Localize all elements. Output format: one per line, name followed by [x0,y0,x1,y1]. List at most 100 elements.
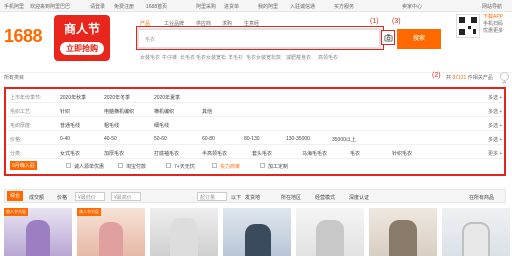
filter-option[interactable]: 套头毛衣 [252,150,272,157]
checkbox[interactable] [166,163,171,168]
topbar-seller-center[interactable]: 卖家中心 [402,3,422,10]
filter-option[interactable]: 毛衣 [350,150,360,157]
filter-option[interactable]: 0-40 [60,136,70,142]
min-order-placeholder: 起订量 [200,195,216,201]
topbar-register[interactable]: 免费注册 [114,3,134,10]
filter-option[interactable]: 130-35000 [286,136,310,142]
promo-title: 商人节 [63,22,100,36]
promo-button[interactable]: 立即抢购 [60,42,104,55]
topbar-buyer-service[interactable]: 买方服务 [334,3,354,10]
filter-option[interactable]: 横机编织 [154,108,174,115]
topbar-site-nav[interactable]: 网站导航 [482,3,502,10]
filter-option[interactable]: 女式毛衣 [60,150,80,157]
chevron-up-icon [502,81,507,84]
hot-word[interactable]: 女装毛衣 [140,54,160,61]
topbar-home[interactable]: 1688首页 [146,3,167,10]
annotation-1: (1) [370,18,379,25]
topbar-link-mobile[interactable]: 手机阿里 [4,3,24,10]
option-label[interactable]: 7+天无忧 [174,163,195,170]
checkbox[interactable] [260,163,265,168]
topbar-purchase[interactable]: 阿里采购 [196,3,216,10]
filter-option[interactable]: 35000以上 [332,136,356,143]
search-button[interactable]: 搜索 [397,29,441,49]
product-card[interactable] [369,208,437,256]
multi-select-button[interactable]: 多选 + [488,122,502,129]
option-label[interactable]: 淘宝付款 [126,163,146,170]
view-all-link[interactable]: 在所有商品 [469,194,494,201]
filter-label: 上市年份季节: [10,95,42,101]
hot-word[interactable]: 毛衣女装宽松 [196,54,226,61]
service-options-row: 9月嗨入驻 诚人源单优惠 淘宝付款 7+天无忧 实力商家 加工定制 [6,158,504,173]
annotation-3: (3) [392,18,401,25]
result-prefix: 共 [446,75,452,81]
app-download-text[interactable]: 下载APP 手机扫码 优惠更多 [483,14,503,35]
filter-option[interactable]: 2020年冬季 [104,94,130,101]
hot-word[interactable]: 长毛衣 [180,54,195,61]
price-max-input[interactable]: ¥最高价 [111,192,141,201]
topbar-cart[interactable]: 进货单 [224,3,239,10]
topbar-join[interactable]: 入驻诚信通 [290,3,315,10]
product-card[interactable]: 商人节大促 [4,208,72,256]
unit-label: 以下 [231,195,242,201]
filter-option[interactable]: 电脑横机编织 [104,108,134,115]
option-label[interactable]: 加工定制 [268,163,288,170]
price-min-input[interactable]: ¥最低价 [75,192,105,201]
filter-option[interactable]: 2020年夏季 [154,94,180,101]
filter-option[interactable]: 普通毛线 [60,122,80,129]
sort-region[interactable]: 所在地区 [281,194,301,201]
sort-price[interactable]: 价格 [57,194,67,201]
filter-option[interactable]: 粗毛线 [104,122,119,129]
sort-business-model[interactable]: 经营模式 [315,194,335,201]
filter-option[interactable]: 针织 [60,108,70,115]
product-card[interactable] [296,208,364,256]
hot-word[interactable]: 羊毛衫 [228,54,243,61]
sort-certification[interactable]: 深度认证 [349,194,369,201]
hot-word[interactable]: 高领毛衣 [318,54,338,61]
filter-label: 毛织工艺: [10,109,32,115]
sort-comprehensive[interactable]: 综合 [7,191,24,201]
min-order-input[interactable]: 起订量 [197,192,227,201]
filter-option[interactable]: 80-130 [244,136,260,142]
breadcrumb[interactable]: 所有类目 [4,74,24,81]
multi-select-button[interactable]: 多选 + [488,94,502,101]
filter-option[interactable]: 打底袖毛衣 [154,150,179,157]
product-card[interactable] [442,208,510,256]
checkbox[interactable] [66,163,71,168]
product-card[interactable]: 商人节大促 [77,208,145,256]
filter-option[interactable]: 60-80 [202,136,215,142]
more-button[interactable]: 更多 + [488,150,502,157]
checkbox[interactable] [118,163,123,168]
filter-option[interactable]: 40-50 [104,136,117,142]
collapse-filters-button[interactable] [500,72,509,84]
checkbox[interactable] [212,163,217,168]
qr-line-1: 下载APP [483,14,504,20]
filter-option[interactable]: 50-60 [154,136,167,142]
filter-option[interactable]: 2020年秋季 [60,94,86,101]
filter-option[interactable]: 半高领毛衣 [202,150,227,157]
promo-badge[interactable]: 9月嗨入驻 [10,161,37,170]
filter-option[interactable]: 马海毛毛衣 [302,150,327,157]
product-card[interactable] [223,208,291,256]
filter-option[interactable]: 针织毛衣 [392,150,412,157]
option-label[interactable]: 实力商家 [220,163,240,170]
app-qr-code [456,14,480,38]
hot-word[interactable]: 牛仔裤 [162,54,177,61]
site-logo[interactable]: 1688 [4,26,43,47]
topbar-my-alibaba[interactable]: 我的阿里 [258,3,278,10]
sort-origin[interactable]: 发货地 [245,194,260,201]
hot-word[interactable]: 毛衣女装宽松款 [246,54,281,61]
hot-word[interactable]: 减肥瘦身衣 [286,54,311,61]
price-max-placeholder: ¥最高价 [114,195,132,201]
filter-option[interactable]: 其他 [202,108,212,115]
promo-banner[interactable]: 商人节 立即抢购 [54,15,110,61]
topbar-login[interactable]: 请登录 [90,3,105,10]
product-card[interactable] [150,208,218,256]
option-label[interactable]: 诚人源单优惠 [74,163,104,170]
multi-select-button[interactable]: 多选 + [488,108,502,115]
annotation-2: (2) [432,72,441,79]
image-search-button[interactable] [381,30,395,45]
multi-select-button[interactable]: 多选 + [488,136,502,143]
filter-option[interactable]: 细毛线 [154,122,169,129]
sort-sales[interactable]: 成交额 [29,194,44,201]
filter-option[interactable]: 加厚毛衣 [104,150,124,157]
